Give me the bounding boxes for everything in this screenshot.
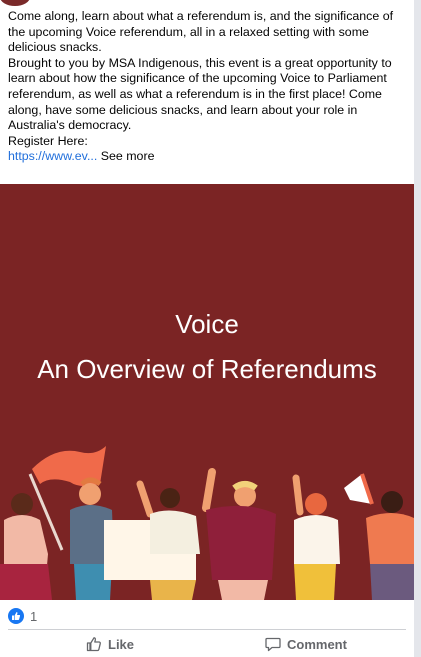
see-more-button[interactable]: See more — [101, 149, 155, 163]
page-edge — [414, 0, 421, 657]
like-button[interactable]: Like — [86, 636, 134, 652]
page-avatar[interactable] — [0, 0, 30, 6]
like-button-label: Like — [108, 636, 135, 652]
post-paragraph-2: Brought to you by MSA Indigenous, this e… — [8, 55, 392, 133]
post-body: Come along, learn about what a referendu… — [8, 9, 406, 165]
like-count: 1 — [30, 608, 38, 624]
protest-illustration — [0, 446, 414, 600]
register-link[interactable]: https://www.ev... — [8, 149, 97, 163]
post-paragraph-1: Come along, learn about what a referendu… — [8, 9, 394, 55]
action-divider — [8, 629, 406, 630]
image-title-line-1: Voice — [175, 309, 239, 339]
thumbs-up-outline-icon — [86, 637, 101, 652]
speech-bubble-icon — [265, 637, 281, 652]
reaction-summary[interactable]: 1 — [8, 607, 37, 625]
post-link-line: https://www.ev... See more — [8, 149, 406, 165]
register-label: Register Here: — [8, 133, 88, 148]
comment-button[interactable]: Comment — [265, 636, 347, 652]
post-card: Come along, learn about what a referendu… — [0, 0, 414, 657]
image-title-line-2: An Overview of Referendums — [37, 354, 377, 384]
comment-button-label: Comment — [287, 636, 347, 652]
event-image[interactable]: Voice An Overview of Referendums — [0, 184, 414, 600]
thumbs-up-icon — [8, 608, 24, 624]
post-actions: Like Comment — [0, 636, 414, 657]
